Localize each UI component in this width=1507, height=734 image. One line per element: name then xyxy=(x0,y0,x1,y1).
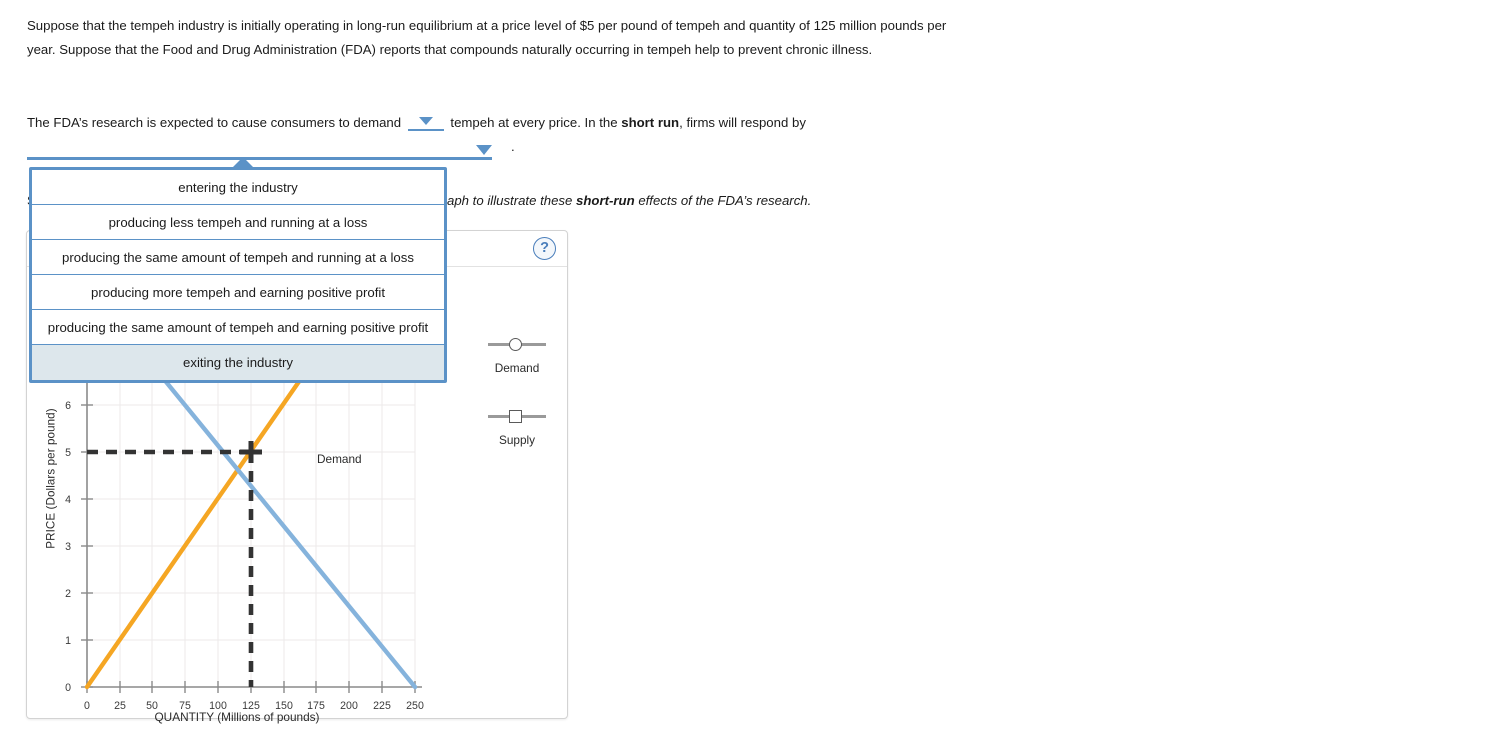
x-tick-75: 75 xyxy=(179,700,191,712)
demand-annotation-label: Demand xyxy=(317,452,362,466)
dropdown-option-more-positive-profit[interactable]: producing more tempeh and earning positi… xyxy=(32,275,444,310)
x-tick-100: 100 xyxy=(209,700,227,712)
select-underline xyxy=(27,157,492,160)
chevron-down-icon xyxy=(476,145,492,155)
x-tick-250: 250 xyxy=(406,700,424,712)
supply-slider[interactable] xyxy=(488,409,546,423)
x-tick-50: 50 xyxy=(146,700,158,712)
x-axis-ticks: 0 25 50 75 100 125 150 175 200 225 250 xyxy=(84,681,424,712)
question-bold-short-run: short run xyxy=(621,115,680,130)
chart-legend: Demand Supply xyxy=(467,337,567,481)
dropdown-option-entering-the-industry[interactable]: entering the industry xyxy=(32,170,444,205)
sentence-period: . xyxy=(511,139,515,154)
dropdown-option-producing-less-loss[interactable]: producing less tempeh and running at a l… xyxy=(32,205,444,240)
square-handle-icon[interactable] xyxy=(509,410,522,423)
question-line: The FDA’s research is expected to cause … xyxy=(27,111,1127,135)
legend-label-supply: Supply xyxy=(498,433,536,447)
y-tick-4: 4 xyxy=(65,494,71,506)
problem-statement: Suppose that the tempeh industry is init… xyxy=(27,14,947,72)
legend-item-demand[interactable]: Demand xyxy=(467,337,567,375)
chevron-down-icon xyxy=(418,116,433,125)
demand-direction-select[interactable] xyxy=(407,114,444,132)
question-suffix: , firms will respond by xyxy=(679,115,806,130)
problem-paragraph-1: Suppose that the tempeh industry is init… xyxy=(27,18,947,57)
dropdown-option-same-amount-positive-profit[interactable]: producing the same amount of tempeh and … xyxy=(32,310,444,345)
y-tick-2: 2 xyxy=(65,588,71,600)
x-tick-0: 0 xyxy=(84,700,90,712)
demand-slider[interactable] xyxy=(488,337,546,351)
x-tick-150: 150 xyxy=(275,700,293,712)
y-tick-1: 1 xyxy=(65,635,71,647)
instruction-line-right: aph to illustrate these short-run effect… xyxy=(447,193,811,208)
x-tick-25: 25 xyxy=(114,700,126,712)
x-tick-125: 125 xyxy=(242,700,260,712)
circle-handle-icon[interactable] xyxy=(509,338,522,351)
firm-response-dropdown-menu[interactable]: entering the industry producing less tem… xyxy=(29,157,447,383)
instruction-bold-phrase: short-run xyxy=(576,193,635,208)
x-tick-175: 175 xyxy=(307,700,325,712)
x-tick-200: 200 xyxy=(340,700,358,712)
dropdown-option-same-amount-loss[interactable]: producing the same amount of tempeh and … xyxy=(32,240,444,275)
question-middle: tempeh at every price. In the xyxy=(450,115,618,130)
y-tick-3: 3 xyxy=(65,541,71,553)
dropdown-option-exiting-the-industry[interactable]: exiting the industry xyxy=(32,345,444,380)
question-prefix: The FDA’s research is expected to cause … xyxy=(27,115,402,130)
dropdown-pointer-icon xyxy=(232,157,254,168)
x-tick-225: 225 xyxy=(373,700,391,712)
y-tick-5: 5 xyxy=(65,447,71,459)
instruction-visible-suffix: aph to illustrate these xyxy=(447,193,573,208)
legend-item-supply[interactable]: Supply xyxy=(467,409,567,447)
firm-response-select[interactable] xyxy=(27,140,492,160)
legend-label-demand: Demand xyxy=(494,361,540,375)
y-tick-0: 0 xyxy=(65,682,71,694)
instruction-visible-end: effects of the FDA’s research. xyxy=(638,193,812,208)
y-tick-6: 6 xyxy=(65,400,71,412)
help-icon[interactable]: ? xyxy=(533,237,556,260)
